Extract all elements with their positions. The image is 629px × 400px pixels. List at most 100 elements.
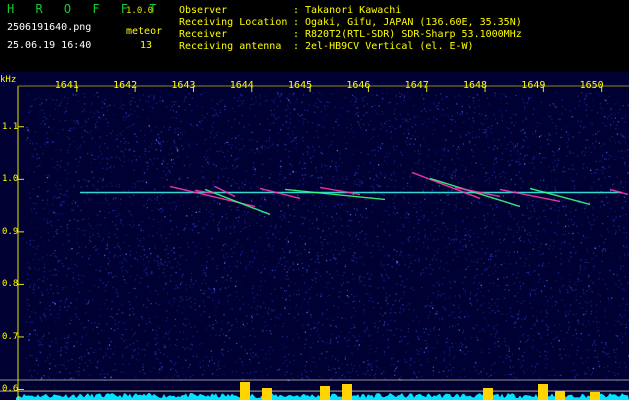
noise-pixel [205, 327, 208, 329]
noise-pixel [196, 124, 198, 126]
noise-pixel [320, 101, 323, 103]
noise-pixel [196, 143, 198, 145]
noise-pixel [300, 216, 302, 218]
noise-pixel [577, 232, 579, 234]
noise-pixel [404, 118, 406, 120]
noise-pixel [142, 196, 144, 198]
noise-pixel [470, 162, 473, 164]
noise-pixel [586, 349, 588, 351]
noise-pixel [593, 252, 595, 254]
noise-pixel [190, 276, 192, 278]
noise-pixel [261, 185, 263, 187]
noise-pixel [621, 157, 624, 159]
noise-pixel [490, 304, 492, 307]
noise-pixel [86, 185, 88, 187]
noise-pixel [553, 240, 555, 243]
noise-pixel [174, 143, 176, 145]
noise-pixel [494, 372, 496, 374]
noise-pixel [98, 146, 100, 148]
noise-pixel [204, 138, 207, 140]
noise-pixel [558, 209, 560, 212]
noise-pixel [108, 272, 110, 274]
noise-pixel [181, 296, 183, 299]
noise-pixel [497, 226, 499, 228]
noise-pixel [35, 359, 38, 362]
noise-pixel [283, 268, 285, 270]
noise-pixel [618, 150, 620, 152]
noise-pixel [245, 206, 247, 209]
noise-pixel [256, 140, 258, 143]
noise-pixel [272, 181, 274, 183]
noise-pixel [418, 238, 420, 240]
noise-pixel [36, 334, 38, 336]
noise-pixel [171, 228, 173, 231]
noise-pixel [317, 340, 319, 343]
noise-pixel [602, 201, 604, 203]
noise-pixel [556, 166, 558, 168]
noise-pixel [546, 184, 548, 186]
noise-pixel [337, 355, 340, 357]
noise-pixel [401, 280, 403, 283]
noise-pixel [170, 360, 172, 362]
noise-pixel [372, 149, 374, 151]
noise-pixel [598, 193, 600, 195]
noise-pixel [261, 285, 263, 287]
noise-pixel [365, 243, 368, 245]
noise-pixel [364, 198, 367, 201]
noise-pixel [123, 242, 125, 244]
noise-pixel [65, 342, 67, 344]
noise-pixel [177, 287, 179, 289]
noise-pixel [455, 204, 457, 206]
noise-pixel [145, 100, 147, 102]
noise-pixel [542, 253, 544, 255]
noise-pixel [572, 335, 575, 337]
noise-pixel [329, 273, 331, 275]
noise-pixel [531, 289, 533, 291]
noise-pixel [616, 273, 618, 276]
noise-pixel [326, 309, 328, 311]
noise-pixel [78, 291, 80, 294]
noise-pixel [212, 129, 214, 131]
noise-pixel [332, 127, 335, 129]
noise-pixel [579, 125, 582, 128]
noise-pixel [312, 357, 314, 359]
noise-pixel [203, 177, 205, 179]
noise-pixel [448, 339, 450, 341]
noise-pixel [138, 348, 140, 350]
noise-pixel [599, 301, 601, 303]
noise-pixel [492, 267, 495, 269]
noise-pixel [424, 121, 426, 123]
noise-pixel [501, 114, 503, 116]
noise-pixel [555, 171, 557, 174]
noise-pixel [609, 269, 611, 272]
noise-pixel [231, 308, 233, 310]
noise-pixel [299, 161, 301, 163]
noise-pixel [546, 363, 548, 366]
noise-pixel [620, 133, 622, 135]
noise-pixel [320, 111, 322, 113]
noise-pixel [494, 343, 496, 345]
noise-pixel [324, 127, 326, 129]
noise-pixel [482, 328, 484, 330]
noise-pixel [374, 326, 376, 328]
noise-pixel [261, 148, 263, 150]
noise-pixel [492, 273, 494, 275]
noise-pixel [306, 94, 308, 96]
noise-pixel [433, 285, 435, 287]
noise-pixel [580, 194, 582, 196]
noise-pixel [153, 351, 155, 353]
noise-pixel [128, 92, 130, 95]
noise-pixel [353, 295, 355, 298]
noise-pixel [514, 183, 516, 185]
noise-pixel [570, 116, 572, 118]
observer-value: Takanori Kawachi [305, 5, 402, 16]
noise-pixel [452, 177, 454, 179]
noise-pixel [146, 344, 148, 346]
noise-pixel [594, 265, 596, 268]
noise-pixel [569, 152, 572, 154]
noise-pixel [394, 370, 396, 372]
noise-pixel [292, 339, 294, 342]
noise-pixel [451, 342, 453, 344]
noise-pixel [442, 370, 445, 372]
noise-pixel [495, 255, 497, 257]
